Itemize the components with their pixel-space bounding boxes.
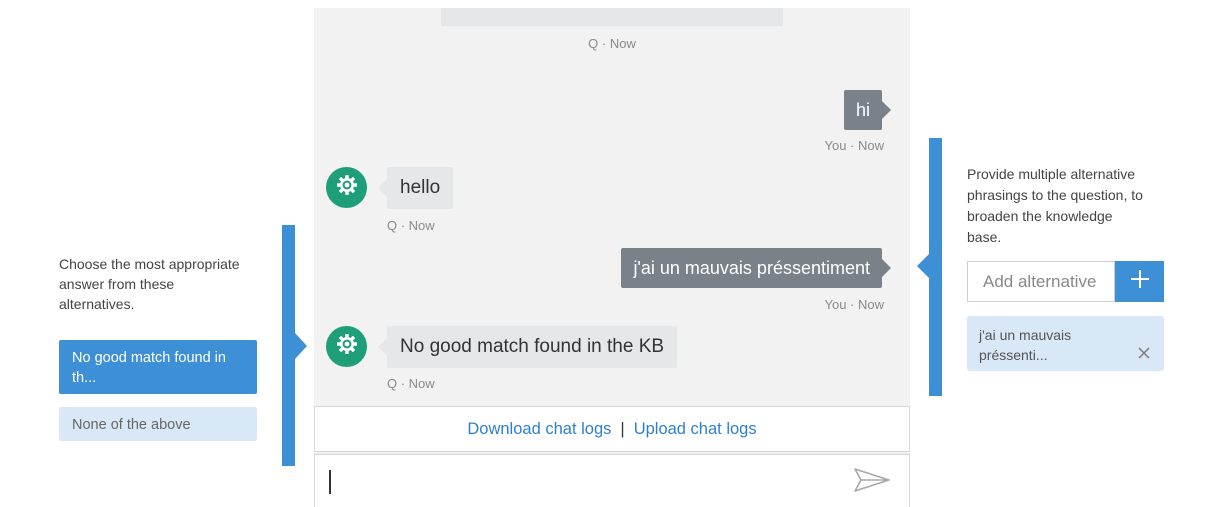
message-meta: You · Now	[824, 138, 885, 153]
user-message: j'ai un mauvais préssentiment	[621, 248, 891, 288]
message-meta: Q · Now	[387, 376, 435, 391]
bot-message: No good match found in the KB	[377, 326, 678, 368]
add-alternative-button[interactable]	[1115, 261, 1164, 302]
chat-input[interactable]	[314, 454, 910, 507]
alternative-phrasing-chip: j'ai un mauvais préssenti...	[967, 316, 1164, 371]
bot-avatar	[326, 167, 367, 208]
close-icon[interactable]	[1138, 346, 1150, 364]
send-icon[interactable]	[853, 467, 891, 498]
chat-panel: Q · Now hi You · Now hello Q · Now j'ai …	[314, 8, 910, 507]
message-meta: Q · Now	[588, 36, 636, 51]
left-connector-bar	[282, 225, 295, 466]
upload-chat-logs-link[interactable]: Upload chat logs	[634, 420, 757, 439]
alternatives-description: Choose the most appropriate answer from …	[59, 256, 240, 312]
answer-alternatives-panel: Choose the most appropriate answer from …	[0, 0, 307, 506]
bot-message: hello	[377, 167, 454, 209]
plus-icon	[1130, 269, 1150, 294]
text-caret	[329, 470, 331, 494]
right-connector-bar	[929, 138, 942, 396]
right-connector-arrow	[917, 254, 929, 278]
link-separator: |	[620, 419, 625, 438]
alternative-phrasings-description: Provide multiple alternative phrasings t…	[967, 166, 1143, 245]
gear-icon	[336, 333, 358, 360]
answer-option-no-match[interactable]: No good match found in th...	[59, 340, 257, 394]
left-connector-arrow	[295, 333, 307, 359]
gear-icon	[336, 174, 358, 201]
message-meta: Q · Now	[387, 218, 435, 233]
alternative-phrasing-text: j'ai un mauvais préssenti...	[979, 327, 1072, 363]
add-alternative-input[interactable]	[967, 261, 1115, 302]
chat-log-links: Download chat logs | Upload chat logs	[314, 406, 910, 452]
message-meta: You · Now	[824, 297, 885, 312]
answer-option-none-of-above[interactable]: None of the above	[59, 407, 257, 441]
bot-avatar	[326, 326, 367, 367]
user-message: hi	[843, 90, 892, 130]
previous-bot-bubble	[441, 8, 783, 26]
download-chat-logs-link[interactable]: Download chat logs	[467, 420, 611, 439]
